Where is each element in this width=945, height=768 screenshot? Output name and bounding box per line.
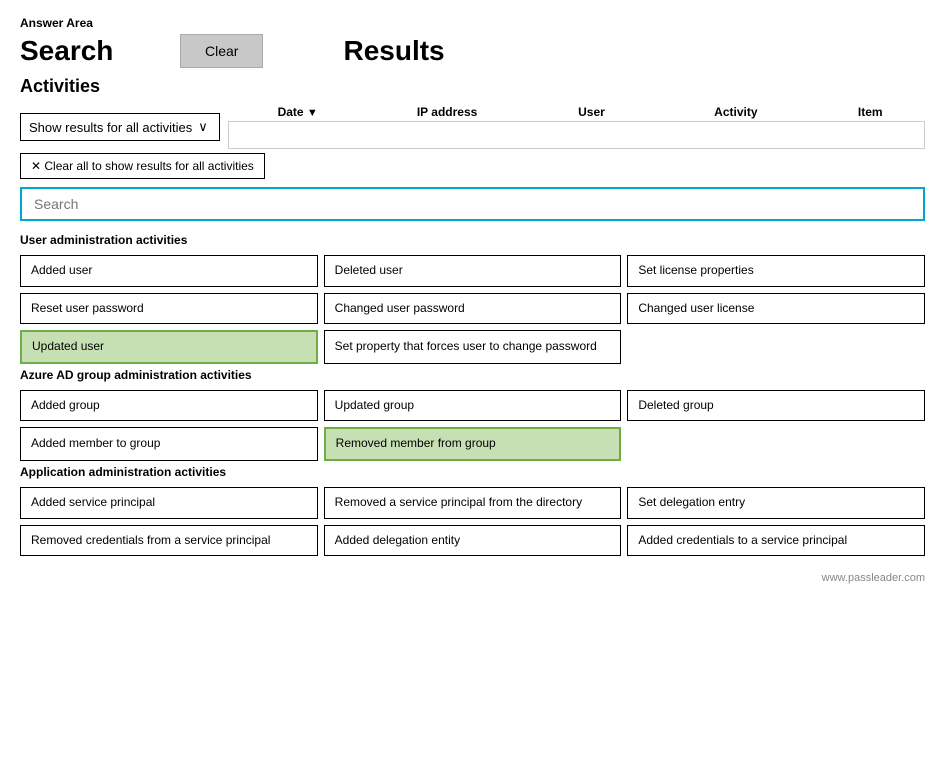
activity-deleted-user[interactable]: Deleted user [324, 255, 622, 287]
activity-set-license-properties[interactable]: Set license properties [627, 255, 925, 287]
activity-added-group[interactable]: Added group [20, 390, 318, 422]
azure-ad-section-label: Azure AD group administration activities [20, 368, 925, 382]
activity-placeholder-2 [627, 427, 925, 461]
activity-added-credentials-service-principal[interactable]: Added credentials to a service principal [627, 525, 925, 557]
activity-removed-member-from-group[interactable]: Removed member from group [324, 427, 622, 461]
activity-changed-user-license[interactable]: Changed user license [627, 293, 925, 325]
activity-updated-user[interactable]: Updated user [20, 330, 318, 364]
activity-added-delegation-entity[interactable]: Added delegation entity [324, 525, 622, 557]
activity-reset-user-password[interactable]: Reset user password [20, 293, 318, 325]
col-header-user: User [541, 105, 641, 119]
answer-area-label: Answer Area [20, 16, 925, 30]
activity-added-service-principal[interactable]: Added service principal [20, 487, 318, 519]
activity-added-user[interactable]: Added user [20, 255, 318, 287]
activity-placeholder-1 [627, 330, 925, 364]
search-input[interactable] [20, 187, 925, 221]
activity-removed-service-principal[interactable]: Removed a service principal from the dir… [324, 487, 622, 519]
results-area [228, 121, 925, 149]
search-heading: Search [20, 35, 120, 67]
activity-set-force-password-change[interactable]: Set property that forces user to change … [324, 330, 622, 364]
activity-set-delegation-entry[interactable]: Set delegation entry [627, 487, 925, 519]
col-header-date: Date ▼ [243, 105, 353, 119]
app-admin-activities-grid: Added service principal Removed a servic… [20, 487, 925, 556]
activities-label: Activities [20, 76, 925, 97]
clear-filter-button[interactable]: ✕ Clear all to show results for all acti… [20, 153, 265, 179]
clear-button[interactable]: Clear [180, 34, 263, 68]
app-admin-section-label: Application administration activities [20, 465, 925, 479]
col-header-ip: IP address [382, 105, 512, 119]
col-header-item: Item [830, 105, 910, 119]
watermark: www.passleader.com [20, 572, 925, 584]
activity-removed-credentials-service-principal[interactable]: Removed credentials from a service princ… [20, 525, 318, 557]
filter-label: Show results for all activities [29, 120, 192, 135]
activity-filter-dropdown[interactable]: Show results for all activities ∨ [20, 113, 220, 141]
activity-updated-group[interactable]: Updated group [324, 390, 622, 422]
user-admin-section-label: User administration activities [20, 233, 925, 247]
col-header-activity: Activity [671, 105, 801, 119]
results-heading: Results [343, 35, 444, 67]
chevron-down-icon: ∨ [198, 119, 208, 135]
activity-changed-user-password[interactable]: Changed user password [324, 293, 622, 325]
activity-added-member-to-group[interactable]: Added member to group [20, 427, 318, 461]
sort-arrow-icon: ▼ [307, 107, 318, 119]
azure-ad-activities-grid: Added group Updated group Deleted group … [20, 390, 925, 461]
user-admin-activities-grid: Added user Deleted user Set license prop… [20, 255, 925, 364]
activity-deleted-group[interactable]: Deleted group [627, 390, 925, 422]
